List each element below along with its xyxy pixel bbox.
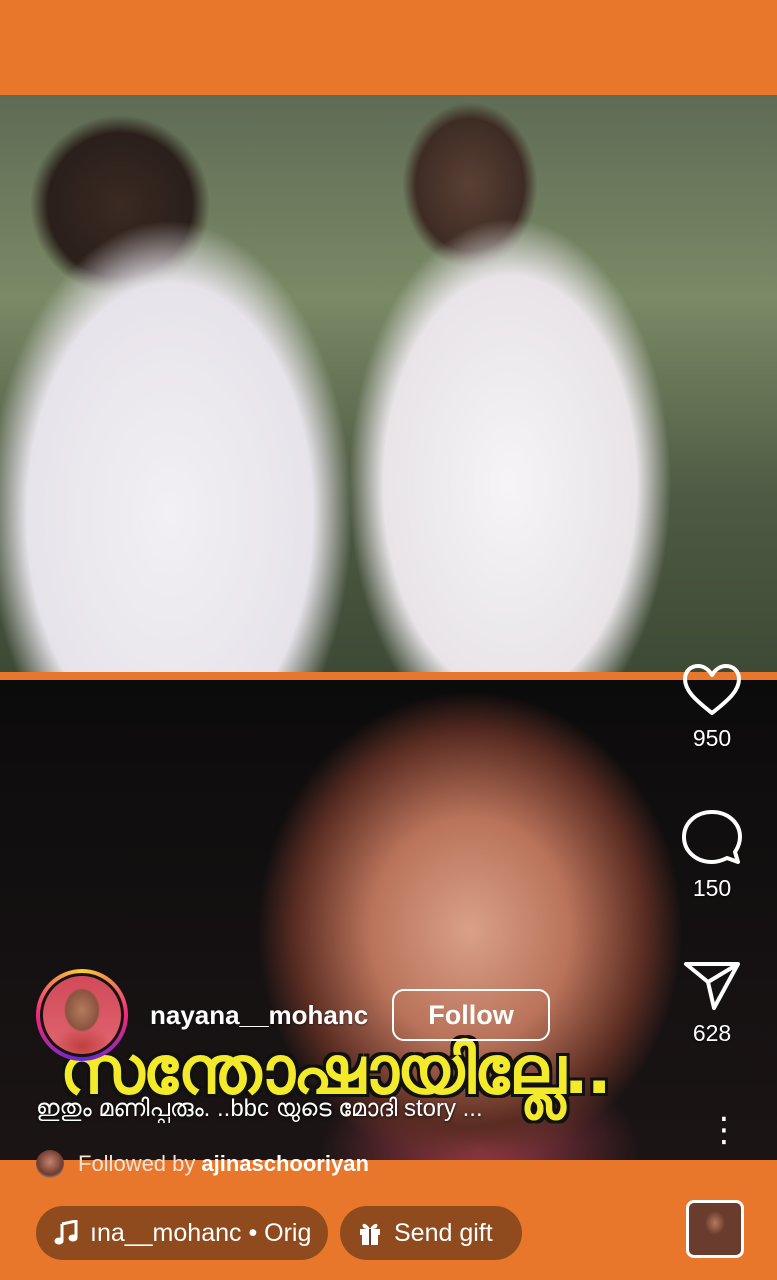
more-icon[interactable]: ⋮: [707, 1113, 741, 1147]
heart-icon[interactable]: [682, 663, 742, 717]
action-rail: 950 150 628 ⋮: [680, 95, 777, 1160]
avatar-image: [43, 976, 121, 1054]
video-panel-top: [0, 95, 777, 672]
music-note-icon: [54, 1220, 78, 1245]
audio-thumbnail[interactable]: [686, 1200, 744, 1258]
followed-by-label: Followed by: [78, 1151, 196, 1176]
followed-by[interactable]: Followed by ajinaschooriyan: [36, 1150, 369, 1178]
gift-icon: [360, 1223, 380, 1245]
send-gift-button[interactable]: Send gift: [340, 1206, 522, 1260]
follower-avatar: [36, 1150, 64, 1178]
follow-button[interactable]: Follow: [392, 989, 550, 1041]
username[interactable]: nayana__mohanc: [150, 1000, 368, 1031]
post-caption[interactable]: ഇതും മണിപ്പൂരും. ..bbc യുടെ മോദി story .…: [36, 1095, 656, 1123]
comment-count: 150: [692, 875, 732, 901]
comment-action[interactable]: 150: [680, 809, 744, 902]
audio-button[interactable]: ına__mohanc • Orig: [36, 1206, 328, 1260]
send-gift-label: Send gift: [394, 1218, 493, 1247]
share-icon[interactable]: [682, 960, 742, 1012]
like-action[interactable]: 950: [680, 663, 744, 752]
avatar[interactable]: [36, 969, 128, 1061]
like-count: 950: [692, 725, 732, 751]
author-row: nayana__mohanc Follow: [36, 969, 550, 1061]
audio-label: ına__mohanc • Orig: [90, 1218, 312, 1247]
video-panel-divider: [0, 672, 777, 680]
comment-icon[interactable]: [682, 809, 742, 867]
followed-by-name: ajinaschooriyan: [201, 1151, 369, 1176]
top-bar: [0, 0, 777, 95]
